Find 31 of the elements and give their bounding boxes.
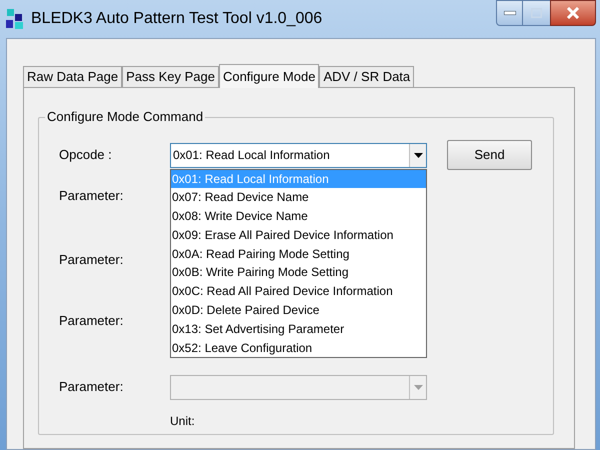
tab[interactable]: Configure Mode <box>218 64 320 88</box>
window-title: BLEDK3 Auto Pattern Test Tool v1.0_006 <box>31 9 322 29</box>
maximize-icon <box>531 8 542 18</box>
close-button[interactable] <box>550 0 596 26</box>
tab[interactable]: Raw Data Page <box>23 66 122 87</box>
dropdown-option[interactable]: 0x13: Set Advertising Parameter <box>171 320 426 339</box>
parameter-label: Parameter: <box>59 312 124 330</box>
dropdown-option[interactable]: 0x52: Leave Configuration <box>171 338 426 358</box>
close-icon <box>566 7 580 19</box>
group-title: Configure Mode Command <box>45 109 206 125</box>
dropdown-option[interactable]: 0x08: Write Device Name <box>171 207 426 226</box>
tab[interactable]: Pass Key Page <box>122 66 219 87</box>
tab[interactable]: ADV / SR Data <box>319 66 414 87</box>
caret-icon <box>414 152 422 158</box>
parameter-label: Parameter: <box>58 378 124 396</box>
maximize-button[interactable] <box>523 0 550 26</box>
dropdown-option[interactable]: 0x09: Erase All Paired Device Information <box>171 226 426 245</box>
dropdown-option[interactable]: 0x07: Read Device Name <box>171 188 426 208</box>
caret-icon <box>414 384 422 390</box>
dropdown-option[interactable]: 0x0B: Write Pairing Mode Setting <box>171 263 426 282</box>
opcode-label: Opcode : <box>58 146 113 164</box>
parameter-label: Parameter: <box>59 250 124 268</box>
minimize-button[interactable] <box>496 0 523 26</box>
minimize-icon <box>504 11 516 15</box>
dropdown-option[interactable]: 0x0C: Read All Paired Device Information <box>171 282 426 302</box>
dropdown-option[interactable]: 0x0D: Delete Paired Device <box>171 301 426 320</box>
unit-label: Unit: <box>170 412 196 430</box>
cubes-icon <box>5 8 25 30</box>
dropdown-option[interactable]: 0x0A: Read Pairing Mode Setting <box>171 244 426 264</box>
parameter-label: Parameter: <box>59 187 124 205</box>
send-button[interactable]: Send <box>447 140 532 170</box>
